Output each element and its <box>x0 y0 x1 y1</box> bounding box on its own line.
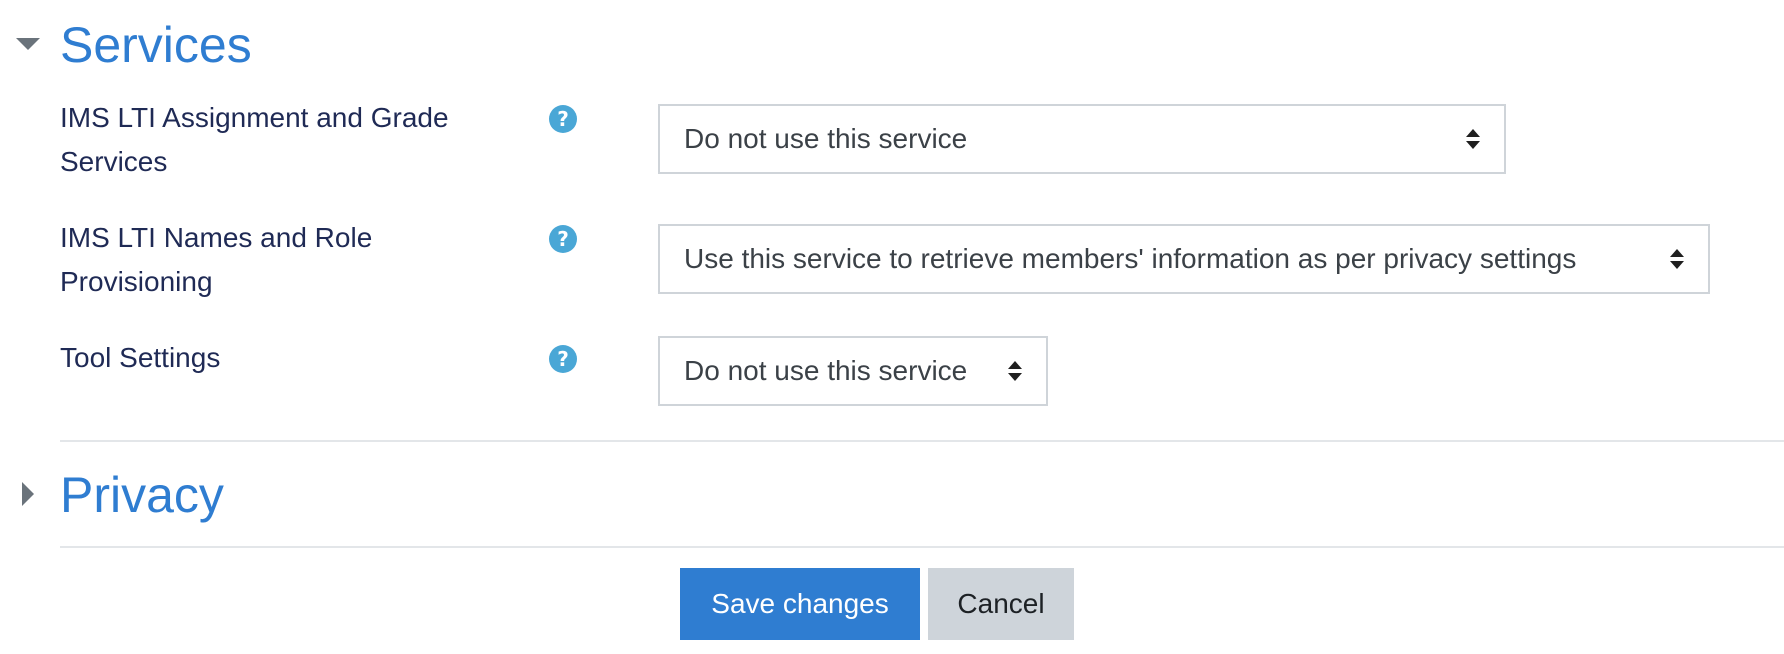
question-circle-icon[interactable]: ? <box>549 345 577 373</box>
sort-arrows-icon <box>1670 249 1684 269</box>
select-value: Do not use this service <box>684 355 968 386</box>
select-assignment-grade-services[interactable]: Do not use this service <box>658 104 1506 174</box>
question-circle-icon[interactable]: ? <box>549 225 577 253</box>
settings-form: Services IMS LTI Assignment and Grade Se… <box>0 0 1784 654</box>
select-value: Do not use this service <box>684 123 968 154</box>
caret-right-icon <box>22 482 34 506</box>
expand-privacy-toggle[interactable] <box>22 482 34 506</box>
sort-arrows-icon <box>1466 129 1480 149</box>
field-label-names-role-provisioning: IMS LTI Names and Role Provisioning <box>60 222 373 297</box>
save-changes-button[interactable]: Save changes <box>680 568 920 640</box>
question-circle-icon[interactable]: ? <box>549 105 577 133</box>
section-divider <box>60 546 1784 548</box>
field-label-tool-settings: Tool Settings <box>60 342 221 373</box>
section-title-services[interactable]: Services <box>60 20 252 70</box>
section-title-privacy[interactable]: Privacy <box>60 470 224 520</box>
caret-down-icon <box>16 38 40 50</box>
sort-arrows-icon <box>1008 361 1022 381</box>
select-names-role-provisioning[interactable]: Use this service to retrieve members' in… <box>658 224 1710 294</box>
field-label-assignment-grade-services: IMS LTI Assignment and Grade Services <box>60 102 449 177</box>
collapse-services-toggle[interactable] <box>16 38 40 50</box>
section-divider <box>60 440 1784 442</box>
select-tool-settings[interactable]: Do not use this service <box>658 336 1048 406</box>
cancel-button[interactable]: Cancel <box>928 568 1074 640</box>
select-value: Use this service to retrieve members' in… <box>684 243 1577 274</box>
